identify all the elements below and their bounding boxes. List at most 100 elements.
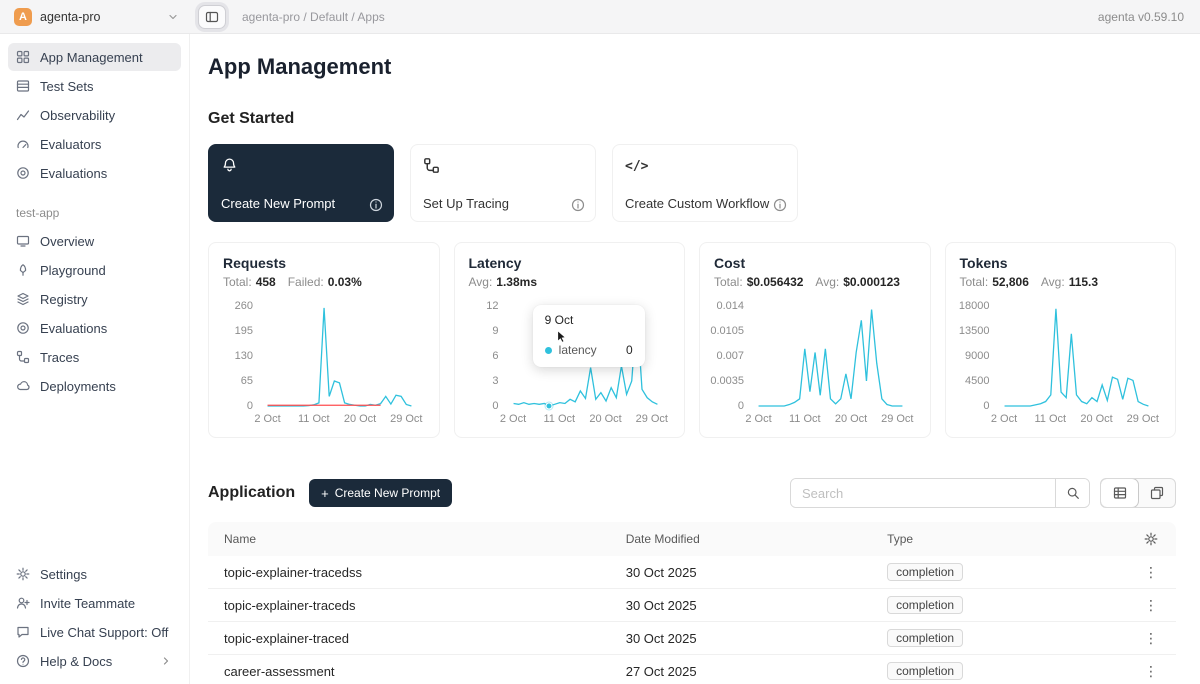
- chat-icon: [16, 625, 30, 639]
- cell-name: topic-explainer-traceds: [208, 598, 610, 613]
- y-axis-labels: 129630: [469, 305, 507, 407]
- gear-icon[interactable]: [1144, 532, 1158, 546]
- type-badge: completion: [887, 629, 963, 647]
- start-card-create-custom-workflow[interactable]: </>Create Custom Workflow: [612, 144, 798, 222]
- metric-stats: Total:458Failed:0.03%: [223, 275, 425, 289]
- table-row[interactable]: topic-explainer-tracedss30 Oct 2025compl…: [208, 556, 1176, 589]
- kebab-menu-icon[interactable]: ⋮: [1144, 631, 1158, 645]
- sidebar-item-playground[interactable]: Playground: [8, 256, 181, 284]
- column-header-date-modified: Date Modified: [610, 532, 871, 546]
- x-tick-label: 29 Oct: [636, 413, 668, 425]
- card-view-button[interactable]: [1138, 479, 1175, 507]
- x-tick-label: 20 Oct: [589, 413, 621, 425]
- chart-area: 260195130650: [223, 305, 425, 407]
- sidebar-item-evaluators[interactable]: Evaluators: [8, 130, 181, 158]
- sidebar-top-nav: App ManagementTest SetsObservabilityEval…: [0, 42, 189, 188]
- y-tick-label: 0.014: [716, 300, 744, 312]
- chart-line-svg: [998, 305, 1162, 407]
- chart-area: 1800013500900045000: [960, 305, 1162, 407]
- table-row[interactable]: topic-explainer-traced30 Oct 2025complet…: [208, 622, 1176, 655]
- sidebar-item-registry[interactable]: Registry: [8, 285, 181, 313]
- info-icon[interactable]: [773, 198, 787, 212]
- overview-icon: [16, 234, 30, 248]
- search-input[interactable]: [791, 479, 1055, 507]
- type-badge: completion: [887, 563, 963, 581]
- start-card-set-up-tracing[interactable]: Set Up Tracing: [410, 144, 596, 222]
- cell-actions: ⋮: [1099, 565, 1176, 579]
- table-header-row: NameDate ModifiedType: [208, 522, 1176, 556]
- y-tick-label: 260: [235, 300, 253, 312]
- sidebar-item-live-chat-support-off[interactable]: Live Chat Support: Off: [8, 618, 181, 646]
- tooltip-value: 0: [610, 343, 633, 357]
- sidebar-item-evaluations[interactable]: Evaluations: [8, 314, 181, 342]
- kebab-menu-icon[interactable]: ⋮: [1144, 598, 1158, 612]
- table-view-button[interactable]: [1101, 479, 1138, 507]
- metric-card-tokens: TokensTotal:52,806Avg:115.31800013500900…: [945, 242, 1177, 438]
- kebab-menu-icon[interactable]: ⋮: [1144, 565, 1158, 579]
- sidebar-item-help-docs[interactable]: Help & Docs: [8, 647, 181, 675]
- sidebar-item-settings[interactable]: Settings: [8, 560, 181, 588]
- metric-stats: Total:52,806Avg:115.3: [960, 275, 1162, 289]
- x-tick-label: 29 Oct: [390, 413, 422, 425]
- cell-type: completion: [871, 563, 1098, 581]
- sidebar-item-deployments[interactable]: Deployments: [8, 372, 181, 400]
- create-new-prompt-button[interactable]: + Create New Prompt: [309, 479, 452, 507]
- cell-type: completion: [871, 629, 1098, 647]
- sidebar-item-label: Evaluations: [40, 166, 107, 181]
- cell-name: topic-explainer-traced: [208, 631, 610, 646]
- y-tick-label: 0.0105: [710, 325, 744, 337]
- metric-stat: Total:52,806: [960, 275, 1029, 289]
- sidebar-item-observability[interactable]: Observability: [8, 101, 181, 129]
- y-tick-label: 130: [235, 350, 253, 362]
- workspace-selector[interactable]: A agenta-pro: [0, 8, 190, 26]
- x-axis-labels: 2 Oct11 Oct20 Oct29 Oct: [752, 413, 916, 429]
- tracing-icon: [423, 157, 583, 174]
- metric-stat: Total:458: [223, 275, 276, 289]
- sidebar-item-label: Help & Docs: [40, 654, 112, 669]
- info-icon[interactable]: [369, 198, 383, 212]
- table-row[interactable]: career-assessment27 Oct 2025completion⋮: [208, 655, 1176, 684]
- sidebar-item-test-sets[interactable]: Test Sets: [8, 72, 181, 100]
- sidebar-item-app-management[interactable]: App Management: [8, 43, 181, 71]
- x-axis-labels: 2 Oct11 Oct20 Oct29 Oct: [998, 413, 1162, 429]
- help-icon: [16, 654, 30, 668]
- sidebar-item-label: Invite Teammate: [40, 596, 135, 611]
- breadcrumb[interactable]: agenta-pro / Default / Apps: [242, 10, 385, 24]
- sidebar-item-label: Settings: [40, 567, 87, 582]
- x-tick-label: 11 Oct: [789, 413, 821, 425]
- metric-card-requests: RequestsTotal:458Failed:0.03%26019513065…: [208, 242, 440, 438]
- sidebar-item-label: Live Chat Support: Off: [40, 625, 168, 640]
- sidebar-item-evaluations[interactable]: Evaluations: [8, 159, 181, 187]
- playground-icon: [16, 263, 30, 277]
- table-row[interactable]: topic-explainer-traceds30 Oct 2025comple…: [208, 589, 1176, 622]
- search-button[interactable]: [1055, 479, 1089, 507]
- x-axis-labels: 2 Oct11 Oct20 Oct29 Oct: [507, 413, 671, 429]
- registry-icon: [16, 292, 30, 306]
- evaluations-icon: [16, 166, 30, 180]
- metric-stat: Total:$0.056432: [714, 275, 803, 289]
- series-dot: [545, 347, 552, 354]
- x-tick-label: 2 Oct: [745, 413, 771, 425]
- sidebar-item-label: Registry: [40, 292, 88, 307]
- y-tick-label: 6: [492, 350, 498, 362]
- x-axis-labels: 2 Oct11 Oct20 Oct29 Oct: [261, 413, 425, 429]
- sidebar: App ManagementTest SetsObservabilityEval…: [0, 34, 190, 684]
- sidebar-item-invite-teammate[interactable]: Invite Teammate: [8, 589, 181, 617]
- type-badge: completion: [887, 662, 963, 680]
- start-card-create-new-prompt[interactable]: Create New Prompt: [208, 144, 394, 222]
- kebab-menu-icon[interactable]: ⋮: [1144, 664, 1158, 678]
- series-tokens: [1004, 309, 1148, 406]
- workspace-name: agenta-pro: [40, 10, 100, 24]
- y-axis-labels: 1800013500900045000: [960, 305, 998, 407]
- sidebar-toggle-button[interactable]: [198, 5, 226, 29]
- y-tick-label: 4500: [965, 375, 989, 387]
- x-tick-label: 11 Oct: [1034, 413, 1066, 425]
- y-tick-label: 0: [492, 400, 498, 412]
- get-started-cards: Create New PromptSet Up Tracing</>Create…: [208, 144, 1176, 222]
- sidebar-item-overview[interactable]: Overview: [8, 227, 181, 255]
- metric-card-cost: CostTotal:$0.056432Avg:$0.0001230.0140.0…: [699, 242, 931, 438]
- info-icon[interactable]: [571, 198, 585, 212]
- metric-stat-label: Avg:: [1041, 275, 1065, 289]
- sidebar-item-traces[interactable]: Traces: [8, 343, 181, 371]
- cell-actions: ⋮: [1099, 598, 1176, 612]
